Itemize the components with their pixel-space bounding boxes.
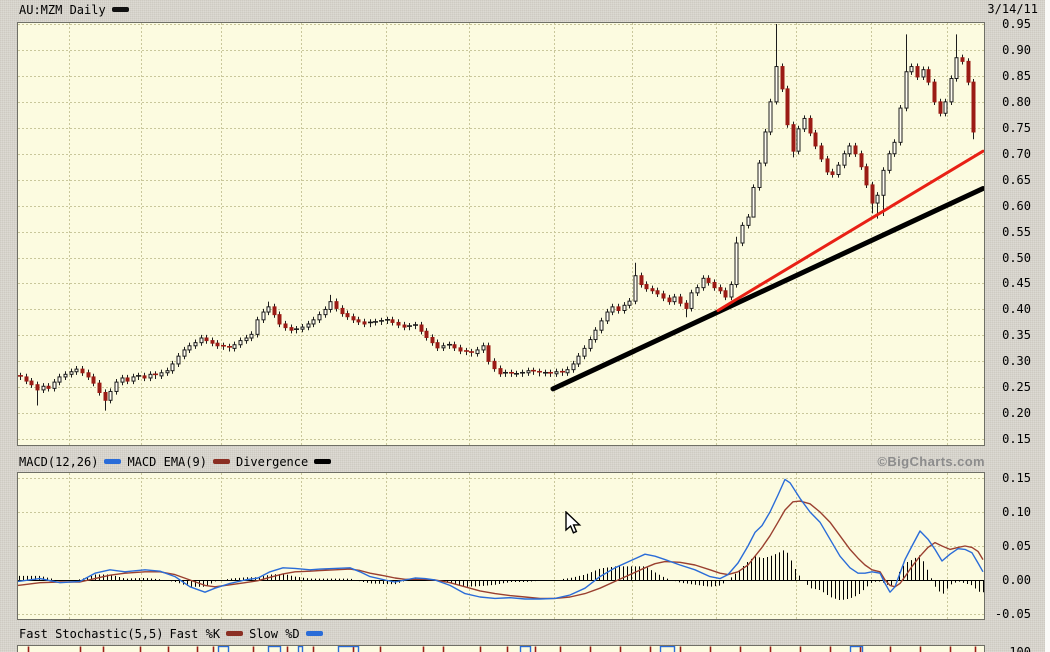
divergence-legend-label: Divergence (236, 455, 308, 469)
macd-legend-label: MACD(12,26) (19, 455, 98, 469)
price-axis-tick: 0.35 (975, 327, 1031, 343)
price-axis-tick: 0.20 (975, 405, 1031, 421)
macd-indicator-chart (17, 472, 985, 620)
macd-line-swatch-icon (104, 459, 121, 464)
price-series-swatch-icon (112, 7, 129, 12)
fast-k-legend-label: Fast %K (170, 627, 221, 641)
price-axis-tick: 0.15 (975, 431, 1031, 447)
date-label: 3/14/11 (987, 2, 1038, 16)
bigcharts-screen: AU:MZM Daily 3/14/11 0.95 0.90 0.85 0.80 0.7… (0, 0, 1050, 652)
stochastic-axis-tick: 100 (975, 644, 1031, 652)
price-axis-tick: 0.45 (975, 275, 1031, 291)
symbol-label: AU:MZM Daily (19, 3, 106, 17)
price-axis-tick: 0.25 (975, 379, 1031, 395)
fast-k-swatch-icon (226, 631, 243, 636)
macd-ema-swatch-icon (213, 459, 230, 464)
price-axis-tick: 0.75 (975, 120, 1031, 136)
price-candlestick-chart (17, 22, 985, 446)
macd-axis-tick: 0.00 (975, 572, 1031, 588)
stochastic-legend-label: Fast Stochastic(5,5) (19, 627, 164, 641)
price-axis-tick: 0.70 (975, 146, 1031, 162)
macd-axis-tick: 0.15 (975, 470, 1031, 486)
price-axis-tick: 0.80 (975, 94, 1031, 110)
divergence-swatch-icon (314, 459, 331, 464)
macd-ema-legend-label: MACD EMA(9) (127, 455, 206, 469)
price-axis-tick: 0.60 (975, 198, 1031, 214)
price-axis-tick: 0.85 (975, 68, 1031, 84)
macd-axis-tick: -0.05 (975, 606, 1031, 622)
stochastic-indicator-chart (17, 645, 985, 652)
slow-d-legend-label: Slow %D (249, 627, 300, 641)
price-axis-tick: 0.90 (975, 42, 1031, 58)
slow-d-swatch-icon (306, 631, 323, 636)
right-edge-strip (1045, 0, 1050, 652)
symbol-title-bar: AU:MZM Daily 3/14/11 (0, 0, 1050, 19)
bigcharts-watermark: ©BigCharts.com (855, 454, 985, 469)
price-axis-tick: 0.95 (975, 16, 1031, 32)
price-axis-tick: 0.30 (975, 353, 1031, 369)
price-axis-tick: 0.50 (975, 250, 1031, 266)
price-axis-tick: 0.65 (975, 172, 1031, 188)
macd-legend-bar: MACD(12,26) MACD EMA(9) Divergence ©BigC… (0, 452, 1050, 471)
macd-axis-tick: 0.10 (975, 504, 1031, 520)
macd-axis-tick: 0.05 (975, 538, 1031, 554)
price-axis-tick: 0.55 (975, 224, 1031, 240)
stochastic-legend-bar: Fast Stochastic(5,5) Fast %K Slow %D (0, 624, 1050, 643)
price-axis-tick: 0.40 (975, 301, 1031, 317)
mouse-cursor-icon (562, 511, 584, 535)
